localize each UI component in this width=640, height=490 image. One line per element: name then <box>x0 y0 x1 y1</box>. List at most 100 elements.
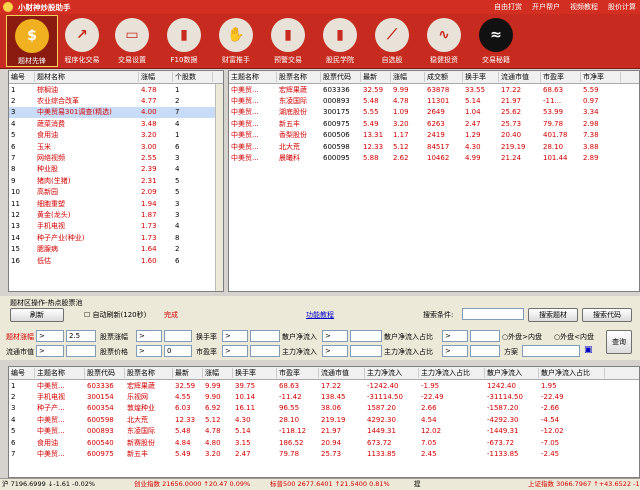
radio-outer-lt-inner[interactable]: ○外盘<内盘 <box>554 332 594 342</box>
table-row[interactable]: 12 黄金(龙头) 1.87 3 <box>9 209 223 220</box>
table-row[interactable]: 15 腮腺病 1.64 2 <box>9 243 223 254</box>
status-index-4: 上证指数 3066.7967 ↑+43.6522 -1 <box>528 480 640 488</box>
query-button[interactable]: 查询 <box>606 330 632 354</box>
filter-main-op[interactable]: > <box>322 345 348 357</box>
auto-refresh-checkbox[interactable]: ☐ 自动刷新(120秒) <box>84 310 146 320</box>
toolbar-topic-pioneer[interactable]: $ 题材先锋 <box>6 15 58 67</box>
table-cell: 1.09 <box>393 108 409 117</box>
table-cell: 13 <box>11 222 20 231</box>
table-row[interactable]: 5 中美贸... 000893 东凌国际 5.48 4.78 5.14 -118.12 21.9… <box>9 426 639 437</box>
table-row[interactable]: 2 手机电视 300154 乐视网 4.55 9.90 10.14 -11.42 138.45 -… <box>9 391 639 402</box>
table-row[interactable]: 10 高新园 2.09 5 <box>9 187 223 198</box>
result-table-panel: 编号 主题名称 股票代码 股票名称 最新 涨幅 换手率 市盈率 流通市值 主力净… <box>8 366 640 478</box>
filter-price-value[interactable]: 0 <box>164 345 192 357</box>
table-row[interactable]: 3 种子产... 600354 敦煌种业 6.03 6.92 16.11 96.55 38.06… <box>9 403 639 414</box>
table-row[interactable]: 5 食用油 3.20 1 <box>9 130 223 141</box>
table-row[interactable]: 中美贸... 香梨股份 600506 13.31 1.17 2419 1.29 20.40 40… <box>229 130 639 141</box>
table-row[interactable]: 1 棕榈油 4.78 1 <box>9 84 223 95</box>
table-cell: 53.99 <box>543 108 564 117</box>
filter-stock-op[interactable]: > <box>136 330 162 342</box>
table-row[interactable]: 7 中美贸... 600975 新五丰 5.49 3.20 2.47 79.78 25.73 11… <box>9 448 639 459</box>
toolbar-secrets[interactable]: ≈ 交易秘籍 <box>470 15 522 67</box>
filter-turnover-op[interactable]: > <box>222 330 248 342</box>
refresh-button[interactable]: 刷新 <box>10 308 64 322</box>
toolbar-wealth[interactable]: ✋ 财富推手 <box>210 15 262 67</box>
table-row[interactable]: 14 种子产业(种业) 1.73 8 <box>9 232 223 243</box>
table-row[interactable]: 中美贸... 东凌国际 000893 5.48 4.78 11301 5.14 21.97 -1… <box>229 95 639 106</box>
table-cell: 4 <box>11 119 16 128</box>
table-row[interactable]: 中美贸... 新五丰 600975 5.49 3.20 6263 2.47 25.73 79.7… <box>229 118 639 129</box>
filter-cap-op[interactable]: > <box>36 345 64 357</box>
table-row[interactable]: 4 蔬菜消费 3.48 4 <box>9 118 223 129</box>
table-row[interactable]: 6 玉米 3.00 6 <box>9 141 223 152</box>
table-cell: -2.66 <box>541 404 560 413</box>
search-input[interactable] <box>462 308 524 320</box>
table-cell: 84517 <box>427 142 450 151</box>
filter-cap-value[interactable] <box>66 345 96 357</box>
table-row[interactable]: 中美贸... 晨曦科 600095 5.88 2.62 10462 4.99 21.24 101… <box>229 152 639 163</box>
table-cell: 5.14 <box>235 427 251 436</box>
filter-turnover-value[interactable] <box>250 330 280 342</box>
table-row[interactable]: 16 低估 1.60 6 <box>9 255 223 266</box>
table-cell: 3.20 <box>393 119 409 128</box>
toolbar-watchlist[interactable]: ⟋ 自选股 <box>366 15 418 67</box>
filter-pe-op[interactable]: > <box>222 345 248 357</box>
table-row[interactable]: 11 细胞重塑 1.94 3 <box>9 198 223 209</box>
table-row[interactable]: 3 中美贸易301调查(精选) 4.00 7 <box>9 106 223 119</box>
table-row[interactable]: 6 食用油 600540 新赛股份 4.84 4.80 3.15 186.52 20.94 673… <box>9 437 639 448</box>
table-cell: -11... <box>543 97 562 106</box>
table-cell: 5.48 <box>175 427 191 436</box>
filter-stock-value[interactable] <box>164 330 192 342</box>
table-cell: 3 <box>175 210 180 219</box>
filter-retail-ratio-value[interactable] <box>470 330 500 342</box>
table-row[interactable]: 13 手机电视 1.73 4 <box>9 221 223 232</box>
table-cell: 中美贸... <box>37 450 65 459</box>
filter-main-ratio-op[interactable]: > <box>442 345 468 357</box>
table-cell: 17.22 <box>501 85 522 94</box>
filter-retail-value[interactable] <box>350 330 382 342</box>
table-cell: 2.98 <box>583 119 599 128</box>
table-row[interactable]: 中美贸... 宏辉果蔬 603336 32.59 9.99 63878 33.55 17.22… <box>229 84 639 95</box>
table-row[interactable]: 中美贸... 北大荒 600598 12.33 5.12 84517 4.30 219.19 2… <box>229 141 639 152</box>
table-cell: 600975 <box>323 119 350 128</box>
table-cell: 101.44 <box>543 154 568 163</box>
toolbar-program-trade[interactable]: ↗ 程序化交易 <box>56 15 108 67</box>
table-row[interactable]: 8 种业股 2.39 4 <box>9 164 223 175</box>
radio-outer-gt-inner[interactable]: ○外盘>内盘 <box>502 332 542 342</box>
search-topic-button[interactable]: 搜索题材 <box>528 308 578 322</box>
table-cell: 6 <box>11 438 16 447</box>
filter-price-op[interactable]: > <box>136 345 162 357</box>
filter-retail-op[interactable]: > <box>322 330 348 342</box>
table-cell: 5.12 <box>393 142 409 151</box>
toolbar-academy[interactable]: ▮ 股民学院 <box>314 15 366 67</box>
toolbar-f10[interactable]: ▮ F10数据 <box>158 15 210 67</box>
filter-pe-value[interactable] <box>250 345 280 357</box>
toolbar-alert-trade[interactable]: ▮ 预警交易 <box>262 15 314 67</box>
tutorial-link[interactable]: 功能教程 <box>306 310 334 320</box>
scheme-select[interactable] <box>522 345 580 357</box>
toolbar-trade-settings[interactable]: ▭ 交易设置 <box>106 15 158 67</box>
title-link-donate[interactable]: 自由打赏 <box>494 2 522 12</box>
save-icon[interactable]: ▣ <box>584 345 593 355</box>
title-link-video[interactable]: 视频教程 <box>570 2 598 12</box>
table-row[interactable]: 中美贸... 湖底股份 300175 5.55 1.09 2649 1.04 25.62 53.… <box>229 107 639 118</box>
line-chart-icon: ⟋ <box>375 18 409 52</box>
table-row[interactable]: 2 农业综合改革 4.77 2 <box>9 95 223 106</box>
toolbar-steady-invest[interactable]: ∿ 稳健投资 <box>418 15 470 67</box>
filter-retail-ratio-op[interactable]: > <box>442 330 468 342</box>
table-row[interactable]: 9 猪肉(生猪) 2.31 5 <box>9 175 223 186</box>
filter-topic-value[interactable]: 2.5 <box>66 330 96 342</box>
filter-topic-op[interactable]: > <box>36 330 64 342</box>
table-cell: 2649 <box>427 108 445 117</box>
filter-main-value[interactable] <box>350 345 382 357</box>
search-code-button[interactable]: 搜索代码 <box>582 308 632 322</box>
title-link-calc[interactable]: 股价计算 <box>608 2 636 12</box>
table-row[interactable]: 1 中美贸... 603336 宏辉果蔬 32.59 9.99 39.75 68.63 17.2… <box>9 380 639 391</box>
table-row[interactable]: 7 网络视频 2.55 3 <box>9 152 223 163</box>
table-cell: 5.49 <box>363 119 379 128</box>
title-link-account[interactable]: 开户帮户 <box>532 2 560 12</box>
table-cell: 1.94 <box>141 199 157 208</box>
topic-list-scrollbar[interactable] <box>215 84 223 291</box>
table-row[interactable]: 4 中美贸... 600598 北大荒 12.33 5.12 4.30 28.10 219.19… <box>9 414 639 425</box>
filter-main-ratio-value[interactable] <box>470 345 500 357</box>
